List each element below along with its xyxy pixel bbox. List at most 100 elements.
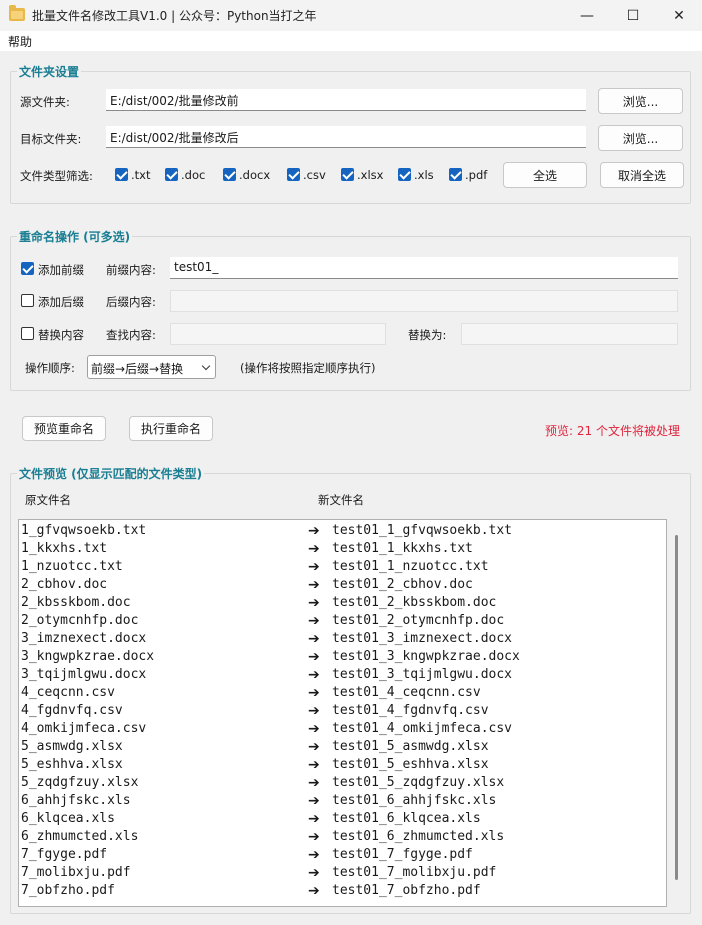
new-filename: test01_6_zhmumcted.xls xyxy=(332,829,505,844)
list-item[interactable]: 6_zhmumcted.xls ➔ test01_6_zhmumcted.xls xyxy=(19,828,666,846)
new-filename: test01_5_zqdgfzuy.xlsx xyxy=(332,775,505,790)
new-filename: test01_7_obfzho.pdf xyxy=(332,883,481,898)
target-folder-input[interactable]: E:/dist/002/批量修改后 xyxy=(106,126,586,148)
list-item[interactable]: 3_kngwpkzrae.docx ➔ test01_3_kngwpkzrae.do… xyxy=(19,648,666,666)
list-item[interactable]: 7_obfzho.pdf ➔ test01_7_obfzho.pdf xyxy=(19,882,666,900)
prefix-input[interactable]: test01_ xyxy=(170,257,678,279)
original-filename: 5_asmwdg.xlsx xyxy=(21,739,123,754)
original-filename: 1_kkxhs.txt xyxy=(21,541,108,556)
original-filename: 7_molibxju.pdf xyxy=(21,865,131,880)
new-filename: test01_3_imznexect.docx xyxy=(332,631,513,646)
list-item[interactable]: 3_imznexect.docx ➔ test01_3_imznexect.docx xyxy=(19,630,666,648)
type-xls-label: .xls xyxy=(414,168,434,182)
preview-rename-button[interactable]: 预览重命名 xyxy=(22,416,106,441)
type-csv-label: .csv xyxy=(303,168,326,182)
type-txt-label: .txt xyxy=(131,168,151,182)
type-xlsx-checkbox[interactable] xyxy=(341,168,354,181)
original-filename: 5_eshhva.xlsx xyxy=(21,757,123,772)
list-item[interactable]: 1_nzuotcc.txt ➔ test01_1_nzuotcc.txt xyxy=(19,558,666,576)
new-filename: test01_1_gfvqwsoekb.txt xyxy=(332,523,513,538)
suffix-content-label: 后缀内容: xyxy=(106,295,156,309)
new-filename: test01_3_tqijmlgwu.docx xyxy=(332,667,513,682)
list-item[interactable]: 7_molibxju.pdf ➔ test01_7_molibxju.pdf xyxy=(19,864,666,882)
arrow-right-icon: ➔ xyxy=(308,757,320,773)
list-item[interactable]: 6_ahhjfskc.xls ➔ test01_6_ahhjfskc.xls xyxy=(19,792,666,810)
new-filename: test01_6_klqcea.xls xyxy=(332,811,481,826)
find-input[interactable] xyxy=(170,323,386,345)
new-filename: test01_7_molibxju.pdf xyxy=(332,865,497,880)
arrow-right-icon: ➔ xyxy=(308,631,320,647)
maximize-button[interactable]: ☐ xyxy=(610,0,656,31)
original-filename: 3_imznexect.docx xyxy=(21,631,147,646)
type-xls-checkbox[interactable] xyxy=(398,168,411,181)
list-item[interactable]: 2_otymcnhfp.doc ➔ test01_2_otymcnhfp.doc xyxy=(19,612,666,630)
type-doc-checkbox[interactable] xyxy=(165,168,178,181)
list-item[interactable]: 1_gfvqwsoekb.txt ➔ test01_1_gfvqwsoekb.txt xyxy=(19,522,666,540)
list-item[interactable]: 4_fgdnvfq.csv ➔ test01_4_fgdnvfq.csv xyxy=(19,702,666,720)
new-filename: test01_5_eshhva.xlsx xyxy=(332,757,489,772)
target-folder-label: 目标文件夹: xyxy=(20,132,82,146)
list-item[interactable]: 1_kkxhs.txt ➔ test01_1_kkxhs.txt xyxy=(19,540,666,558)
order-select[interactable]: 前缀→后缀→替换 xyxy=(87,355,216,379)
new-filename: test01_1_kkxhs.txt xyxy=(332,541,473,556)
list-item[interactable]: 5_zqdgfzuy.xlsx ➔ test01_5_zqdgfzuy.xlsx xyxy=(19,774,666,792)
type-docx-checkbox[interactable] xyxy=(223,168,236,181)
original-filename: 3_kngwpkzrae.docx xyxy=(21,649,155,664)
folder-app-icon xyxy=(9,5,25,21)
source-folder-input[interactable]: E:/dist/002/批量修改前 xyxy=(106,89,586,111)
column-original-header: 原文件名 xyxy=(25,493,71,507)
replace-checkbox[interactable] xyxy=(21,327,34,340)
arrow-right-icon: ➔ xyxy=(308,685,320,701)
type-csv-checkbox[interactable] xyxy=(287,168,300,181)
original-filename: 2_kbsskbom.doc xyxy=(21,595,131,610)
arrow-right-icon: ➔ xyxy=(308,847,320,863)
type-txt-checkbox[interactable] xyxy=(115,168,128,181)
execute-rename-button[interactable]: 执行重命名 xyxy=(129,416,213,441)
window-title: 批量文件名修改工具V1.0 | 公众号：Python当打之年 xyxy=(32,9,317,23)
close-button[interactable]: ✕ xyxy=(656,0,702,31)
list-item[interactable]: 5_asmwdg.xlsx ➔ test01_5_asmwdg.xlsx xyxy=(19,738,666,756)
original-filename: 2_otymcnhfp.doc xyxy=(21,613,139,628)
add-suffix-checkbox[interactable] xyxy=(21,294,34,307)
list-item[interactable]: 4_ceqcnn.csv ➔ test01_4_ceqcnn.csv xyxy=(19,684,666,702)
find-content-label: 查找内容: xyxy=(106,328,156,342)
original-filename: 7_fgyge.pdf xyxy=(21,847,108,862)
new-filename: test01_4_omkijmfeca.csv xyxy=(332,721,513,736)
minimize-button[interactable]: — xyxy=(564,0,610,31)
vertical-scrollbar[interactable] xyxy=(675,535,678,880)
replace-with-label: 替换为: xyxy=(408,328,447,342)
original-filename: 4_ceqcnn.csv xyxy=(21,685,115,700)
menu-bar: 帮助 xyxy=(0,31,702,51)
arrow-right-icon: ➔ xyxy=(308,667,320,683)
list-item[interactable]: 4_omkijmfeca.csv ➔ test01_4_omkijmfeca.csv xyxy=(19,720,666,738)
new-filename: test01_3_kngwpkzrae.docx xyxy=(332,649,520,664)
browse-source-button[interactable]: 浏览... xyxy=(598,88,683,114)
order-label: 操作顺序: xyxy=(25,361,75,375)
list-item[interactable]: 7_fgyge.pdf ➔ test01_7_fgyge.pdf xyxy=(19,846,666,864)
arrow-right-icon: ➔ xyxy=(308,703,320,719)
list-item[interactable]: 6_klqcea.xls ➔ test01_6_klqcea.xls xyxy=(19,810,666,828)
type-xlsx-label: .xlsx xyxy=(357,168,384,182)
deselect-all-button[interactable]: 取消全选 xyxy=(600,162,684,188)
status-text: 预览: 21 个文件将被处理 xyxy=(545,424,680,438)
arrow-right-icon: ➔ xyxy=(308,559,320,575)
select-all-button[interactable]: 全选 xyxy=(503,162,587,188)
column-new-header: 新文件名 xyxy=(318,493,364,507)
menu-help[interactable]: 帮助 xyxy=(8,33,32,50)
list-item[interactable]: 2_cbhov.doc ➔ test01_2_cbhov.doc xyxy=(19,576,666,594)
list-item[interactable]: 5_eshhva.xlsx ➔ test01_5_eshhva.xlsx xyxy=(19,756,666,774)
new-filename: test01_4_fgdnvfq.csv xyxy=(332,703,489,718)
list-item[interactable]: 2_kbsskbom.doc ➔ test01_2_kbsskbom.doc xyxy=(19,594,666,612)
file-type-filter-label: 文件类型筛选: xyxy=(20,169,93,183)
replace-with-input[interactable] xyxy=(461,323,678,345)
suffix-input[interactable] xyxy=(170,290,678,312)
file-preview-list[interactable]: 1_gfvqwsoekb.txt ➔ test01_1_gfvqwsoekb.txt… xyxy=(18,519,667,907)
add-prefix-checkbox[interactable] xyxy=(21,262,34,275)
browse-target-button[interactable]: 浏览... xyxy=(598,125,683,151)
arrow-right-icon: ➔ xyxy=(308,721,320,737)
original-filename: 5_zqdgfzuy.xlsx xyxy=(21,775,139,790)
type-pdf-checkbox[interactable] xyxy=(449,168,462,181)
arrow-right-icon: ➔ xyxy=(308,595,320,611)
list-item[interactable]: 3_tqijmlgwu.docx ➔ test01_3_tqijmlgwu.docx xyxy=(19,666,666,684)
original-filename: 6_ahhjfskc.xls xyxy=(21,793,131,808)
